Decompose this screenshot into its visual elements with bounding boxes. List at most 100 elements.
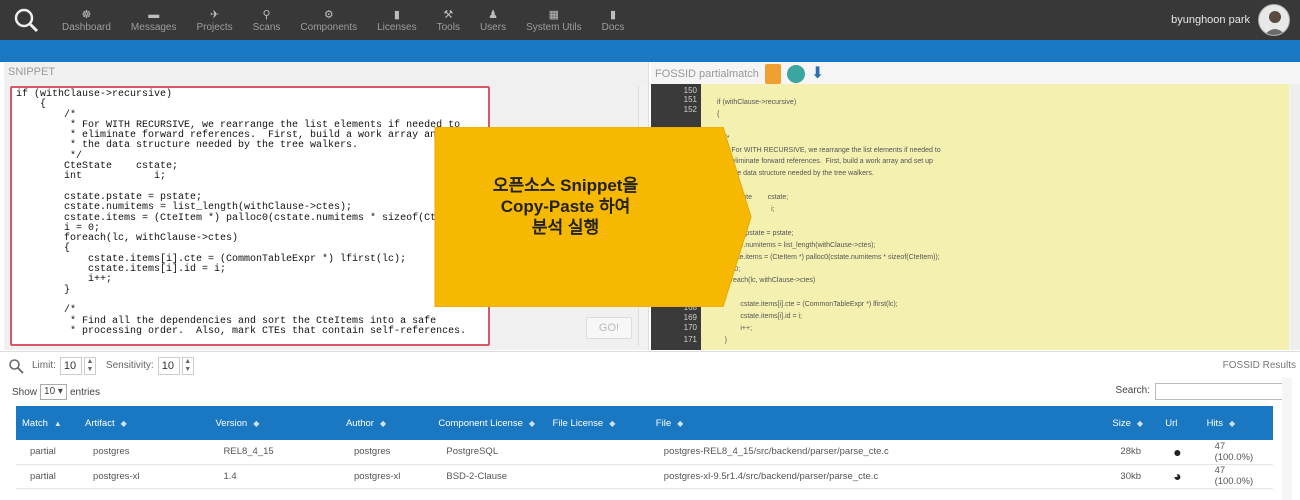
nav-label: Projects [196,22,233,33]
snippet-code: if (withClause->recursive) { /* * For WI… [16,89,485,337]
nav-item-messages[interactable]: ▬ Messages [121,8,187,34]
sensitivity-label: Sensitivity: [105,360,154,371]
column-header[interactable]: Version ◆ [209,406,340,440]
nav-item-scans[interactable]: ⚲ Scans [243,8,291,34]
projects-icon: ✈ [209,9,220,21]
github-icon[interactable]: ● [1173,444,1181,460]
nav-item-docs[interactable]: ▮ Docs [592,8,635,34]
fossid-results-label: FOSSID Results [1222,360,1296,371]
column-header-label: Version [215,417,248,429]
fossid-code-view: if (withClause->recursive){ /* * For WIT… [701,84,1289,350]
cloud-upload-icon[interactable] [786,65,805,83]
results-table: Match ▲ Artifact ◆ Version ◆ Author ◆ Component … [16,406,1273,489]
table-search-input[interactable] [1155,383,1287,400]
tools-icon: ⚒ [443,9,454,21]
sort-icon[interactable]: ◆ [121,419,127,428]
sort-icon[interactable]: ◆ [253,419,259,428]
results-scrollbar[interactable] [1282,378,1292,500]
nav-label: System Utils [526,22,582,33]
docs-icon: ▮ [610,9,617,21]
avatar[interactable] [1258,4,1290,36]
callout-text: 오픈소스 Snippet을 Copy-Paste 하여 분석 실행 [433,175,698,238]
code-line: { [717,110,720,118]
column-header-label: Artifact [85,417,115,429]
line-number: 171 [683,335,697,344]
callout-line-2: Copy-Paste 하여 [500,197,631,216]
nav-item-tools[interactable]: ⚒ Tools [427,8,470,34]
sensitivity-stepper[interactable]: ▲ ▼ [181,356,194,375]
download-icon[interactable]: ⬇ [811,64,827,84]
fossid-scrollbar[interactable] [1290,84,1300,350]
filter-row: Limit: 10 ▲ ▼ Sensitivity: 10 ▲ ▼ FOSSID R… [0,351,1300,379]
limit-input[interactable]: 10 [59,356,82,375]
column-header[interactable]: Url [1159,406,1201,440]
sort-icon[interactable]: ◆ [609,419,615,428]
column-header[interactable]: File License ◆ [546,406,650,440]
nav-label: Licenses [377,22,417,33]
nav-label: Components [300,22,358,33]
code-line: cstate.items[i].id = i; [717,313,802,321]
go-button[interactable]: GO! [586,317,632,339]
cell-hits: 47 (100.0%) [1200,464,1273,489]
sort-icon[interactable]: ▲ [54,419,62,428]
limit-label: Limit: [32,360,56,371]
blue-header-bar [0,40,1300,62]
sort-icon[interactable]: ◆ [529,419,535,428]
cell-hits: 47 (100.0%) [1200,440,1273,465]
nav-label: Dashboard [62,22,111,33]
search-icon[interactable] [8,358,24,374]
column-header[interactable]: Artifact ◆ [79,406,210,440]
cell-artifact: postgres-xl [79,464,210,489]
globe-icon[interactable]: ◕ [1173,468,1181,484]
cell-author: postgres [339,440,433,465]
nav-item-dashboard[interactable]: ☸ Dashboard [52,8,121,34]
nav-item-users[interactable]: ♟ Users [470,8,516,34]
sort-icon[interactable]: ◆ [1137,419,1143,428]
scans-icon: ⚲ [262,9,271,21]
user-menu[interactable]: byunghoon park [1171,4,1290,36]
column-header[interactable]: Match ▲ [16,406,80,440]
nav-item-system-utils[interactable]: ▦ System Utils [516,8,592,34]
table-row[interactable]: partial postgres-xl 1.4 postgres-xl BSD-2-Cl… [16,464,1273,489]
table-row[interactable]: partial postgres REL8_4_15 postgres PostgreS… [16,440,1273,465]
entries-select[interactable]: 10 ▾ [40,384,67,400]
cell-version: 1.4 [209,464,340,489]
search-logo-icon[interactable] [0,0,52,40]
sort-icon[interactable]: ◆ [380,419,386,428]
cell-artifact: postgres [79,440,210,465]
cell-file: postgres-REL8_4_15/src/backend/parser/pa… [649,440,1107,465]
licenses-icon: ▮ [393,9,400,21]
clipboard-icon[interactable] [764,64,781,84]
column-header-label: Size [1112,417,1131,429]
sort-icon[interactable]: ◆ [677,419,683,428]
search-label: Search: [1115,385,1150,396]
nav-label: Scans [252,22,281,33]
callout-line-1: 오픈소스 Snippet을 [492,176,639,195]
column-header-label: Component License [438,417,523,429]
cell-url-icon[interactable]: ● [1159,440,1201,465]
nav-label: Docs [601,22,625,33]
nav-label: Messages [130,22,177,33]
nav-item-projects[interactable]: ✈ Projects [187,8,243,34]
limit-stepper[interactable]: ▲ ▼ [83,356,96,375]
dashboard-icon: ☸ [81,9,92,21]
column-header[interactable]: Component License ◆ [432,406,547,440]
column-header[interactable]: File ◆ [649,406,1107,440]
nav-item-components[interactable]: ⚙ Components [290,8,367,34]
callout-line-3: 분석 실행 [531,218,600,237]
cell-url-icon[interactable]: ◕ [1159,464,1201,489]
users-icon: ♟ [488,9,498,21]
sensitivity-input[interactable]: 10 [157,356,180,375]
nav-label: Users [479,22,507,33]
snippet-textarea[interactable]: if (withClause->recursive) { /* * For WI… [10,86,490,346]
column-header[interactable]: Hits ◆ [1200,406,1273,440]
user-name: byunghoon park [1171,14,1250,26]
line-number: 151 [683,95,697,104]
line-number: 152 [683,105,697,114]
code-line: } [717,336,728,344]
nav-item-licenses[interactable]: ▮ Licenses [367,8,426,34]
sort-icon[interactable]: ◆ [1229,419,1235,428]
column-header[interactable]: Size ◆ [1106,406,1160,440]
column-header[interactable]: Author ◆ [339,406,433,440]
cell-match: partial [16,464,80,489]
